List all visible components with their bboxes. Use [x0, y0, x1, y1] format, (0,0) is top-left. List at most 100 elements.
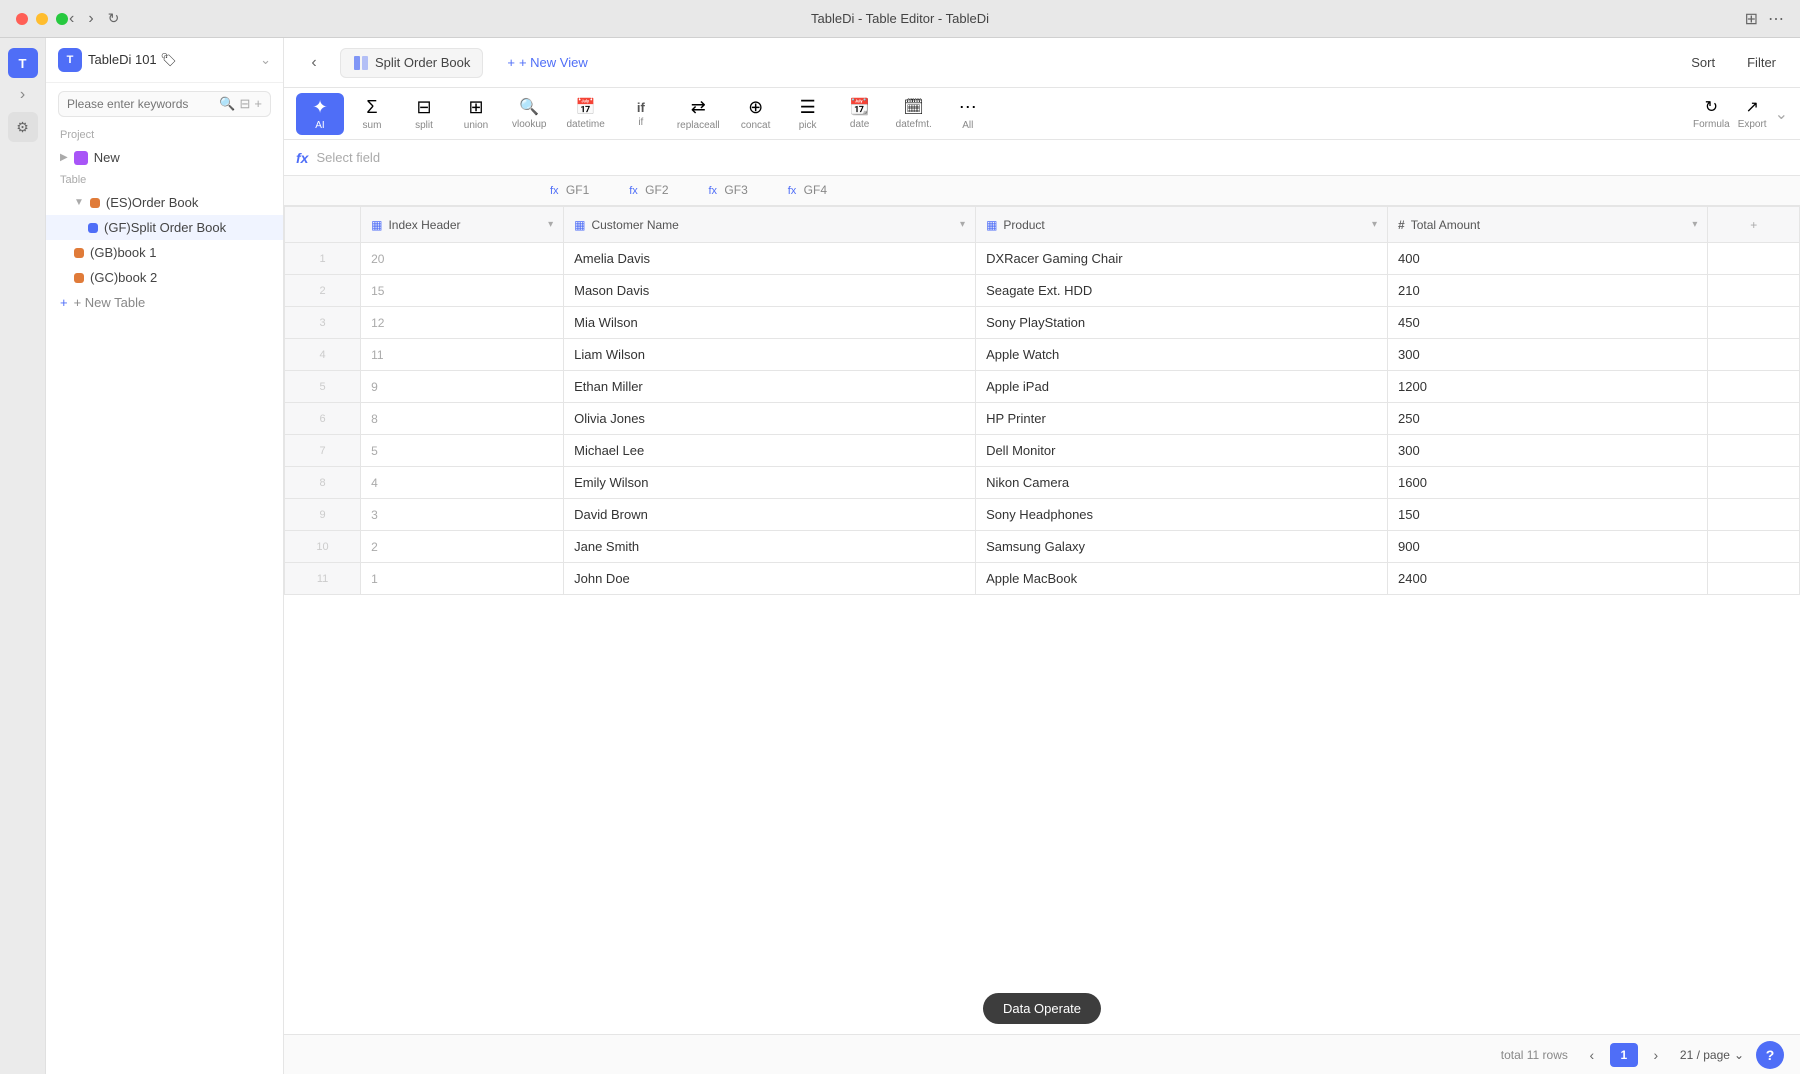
back-button[interactable]: ‹	[65, 8, 78, 30]
table-row[interactable]: 8 4 Emily Wilson Nikon Camera 1600	[285, 467, 1800, 499]
gf2-tab[interactable]: fx GF2	[609, 179, 688, 203]
total-cell[interactable]: 1600	[1388, 467, 1708, 499]
current-page[interactable]: 1	[1610, 1043, 1638, 1067]
search-input[interactable]	[67, 97, 213, 111]
index-cell[interactable]: 11	[361, 339, 564, 371]
add-icon[interactable]: +	[254, 96, 262, 112]
total-header-col[interactable]: # Total Amount ▾	[1388, 207, 1708, 243]
customer-cell[interactable]: Mason Davis	[564, 275, 976, 307]
settings-icon-button[interactable]: ⚙	[8, 112, 38, 142]
sidebar-item-book2[interactable]: (GC)book 2	[46, 265, 283, 290]
index-col-dropdown-icon[interactable]: ▾	[548, 219, 553, 230]
gf1-tab[interactable]: fx GF1	[530, 179, 609, 203]
index-cell[interactable]: 15	[361, 275, 564, 307]
search-icon[interactable]: 🔍	[219, 96, 235, 112]
sidebar-item-book1[interactable]: (GB)book 1	[46, 240, 283, 265]
index-cell[interactable]: 9	[361, 371, 564, 403]
window-action-2[interactable]: ⋯	[1768, 9, 1784, 29]
total-cell[interactable]: 900	[1388, 531, 1708, 563]
per-page-selector[interactable]: 21 / page ⌄	[1680, 1048, 1744, 1062]
index-cell[interactable]: 5	[361, 435, 564, 467]
total-cell[interactable]: 1200	[1388, 371, 1708, 403]
ai-tool-button[interactable]: ✦ AI	[296, 93, 344, 135]
product-cell[interactable]: Apple iPad	[976, 371, 1388, 403]
table-row[interactable]: 11 1 John Doe Apple MacBook 2400	[285, 563, 1800, 595]
product-cell[interactable]: Apple Watch	[976, 339, 1388, 371]
total-cell[interactable]: 300	[1388, 435, 1708, 467]
export-button[interactable]: ↗ Export	[1738, 97, 1767, 130]
workspace-chevron-icon[interactable]: ⌄	[260, 52, 271, 68]
customer-cell[interactable]: Liam Wilson	[564, 339, 976, 371]
prev-page-button[interactable]: ‹	[1580, 1043, 1604, 1067]
gf3-tab[interactable]: fx GF3	[689, 179, 768, 203]
index-cell[interactable]: 4	[361, 467, 564, 499]
close-dot[interactable]	[16, 13, 28, 25]
customer-cell[interactable]: Michael Lee	[564, 435, 976, 467]
product-cell[interactable]: Dell Monitor	[976, 435, 1388, 467]
total-cell[interactable]: 250	[1388, 403, 1708, 435]
product-cell[interactable]: Samsung Galaxy	[976, 531, 1388, 563]
table-row[interactable]: 6 8 Olivia Jones HP Printer 250	[285, 403, 1800, 435]
index-cell[interactable]: 2	[361, 531, 564, 563]
table-row[interactable]: 10 2 Jane Smith Samsung Galaxy 900	[285, 531, 1800, 563]
product-cell[interactable]: Sony Headphones	[976, 499, 1388, 531]
customer-col-dropdown-icon[interactable]: ▾	[960, 219, 965, 230]
window-action-1[interactable]: ⊞	[1745, 9, 1758, 29]
total-col-dropdown-icon[interactable]: ▾	[1692, 219, 1697, 230]
pick-tool-button[interactable]: ☰ pick	[784, 93, 832, 135]
vlookup-tool-button[interactable]: 🔍 vlookup	[504, 93, 554, 134]
union-tool-button[interactable]: ⊞ union	[452, 93, 500, 135]
product-cell[interactable]: HP Printer	[976, 403, 1388, 435]
table-row[interactable]: 4 11 Liam Wilson Apple Watch 300	[285, 339, 1800, 371]
replaceall-tool-button[interactable]: ⇄ replaceall	[669, 93, 728, 135]
formula-button[interactable]: ↻ Formula	[1693, 97, 1730, 130]
forward-button[interactable]: ›	[84, 8, 97, 30]
table-row[interactable]: 7 5 Michael Lee Dell Monitor 300	[285, 435, 1800, 467]
select-field-label[interactable]: Select field	[316, 150, 380, 165]
next-page-button[interactable]: ›	[1644, 1043, 1668, 1067]
date-tool-button[interactable]: 📆 date	[836, 93, 884, 134]
customer-cell[interactable]: Ethan Miller	[564, 371, 976, 403]
customer-cell[interactable]: Amelia Davis	[564, 243, 976, 275]
total-cell[interactable]: 210	[1388, 275, 1708, 307]
product-col-dropdown-icon[interactable]: ▾	[1372, 219, 1377, 230]
sidebar-item-order-book[interactable]: ▼ (ES)Order Book	[46, 190, 283, 215]
total-cell[interactable]: 400	[1388, 243, 1708, 275]
new-table-button[interactable]: + + New Table	[46, 290, 283, 315]
reload-button[interactable]: ↻	[104, 8, 124, 30]
sort-button[interactable]: Sort	[1683, 51, 1723, 74]
toolbar-chevron-icon[interactable]: ⌄	[1775, 104, 1788, 124]
table-row[interactable]: 2 15 Mason Davis Seagate Ext. HDD 210	[285, 275, 1800, 307]
table-row[interactable]: 3 12 Mia Wilson Sony PlayStation 450	[285, 307, 1800, 339]
index-cell[interactable]: 8	[361, 403, 564, 435]
product-cell[interactable]: Nikon Camera	[976, 467, 1388, 499]
customer-cell[interactable]: Mia Wilson	[564, 307, 976, 339]
customer-cell[interactable]: Olivia Jones	[564, 403, 976, 435]
if-tool-button[interactable]: if if	[617, 96, 665, 132]
sidebar-item-new[interactable]: ▶ New	[46, 145, 283, 170]
all-tool-button[interactable]: ⋯ All	[944, 93, 992, 135]
index-header-col[interactable]: ▦ Index Header ▾	[361, 207, 564, 243]
filter-icon[interactable]: ⊟	[240, 96, 251, 112]
minimize-dot[interactable]	[36, 13, 48, 25]
total-cell[interactable]: 2400	[1388, 563, 1708, 595]
concat-tool-button[interactable]: ⊕ concat	[732, 93, 780, 135]
customer-cell[interactable]: Jane Smith	[564, 531, 976, 563]
table-row[interactable]: 1 20 Amelia Davis DXRacer Gaming Chair 4…	[285, 243, 1800, 275]
product-cell[interactable]: Apple MacBook	[976, 563, 1388, 595]
customer-header-col[interactable]: ▦ Customer Name ▾	[564, 207, 976, 243]
table-row[interactable]: 9 3 David Brown Sony Headphones 150	[285, 499, 1800, 531]
datetime-tool-button[interactable]: 📅 datetime	[558, 93, 612, 134]
product-cell[interactable]: Sony PlayStation	[976, 307, 1388, 339]
customer-cell[interactable]: John Doe	[564, 563, 976, 595]
index-cell[interactable]: 1	[361, 563, 564, 595]
index-cell[interactable]: 3	[361, 499, 564, 531]
back-nav-button[interactable]: ‹	[300, 49, 328, 77]
split-tool-button[interactable]: ⊟ split	[400, 93, 448, 135]
total-cell[interactable]: 150	[1388, 499, 1708, 531]
filter-button[interactable]: Filter	[1739, 51, 1784, 74]
customer-cell[interactable]: David Brown	[564, 499, 976, 531]
product-cell[interactable]: Seagate Ext. HDD	[976, 275, 1388, 307]
product-header-col[interactable]: ▦ Product ▾	[976, 207, 1388, 243]
new-view-button[interactable]: + + New View	[495, 49, 599, 76]
